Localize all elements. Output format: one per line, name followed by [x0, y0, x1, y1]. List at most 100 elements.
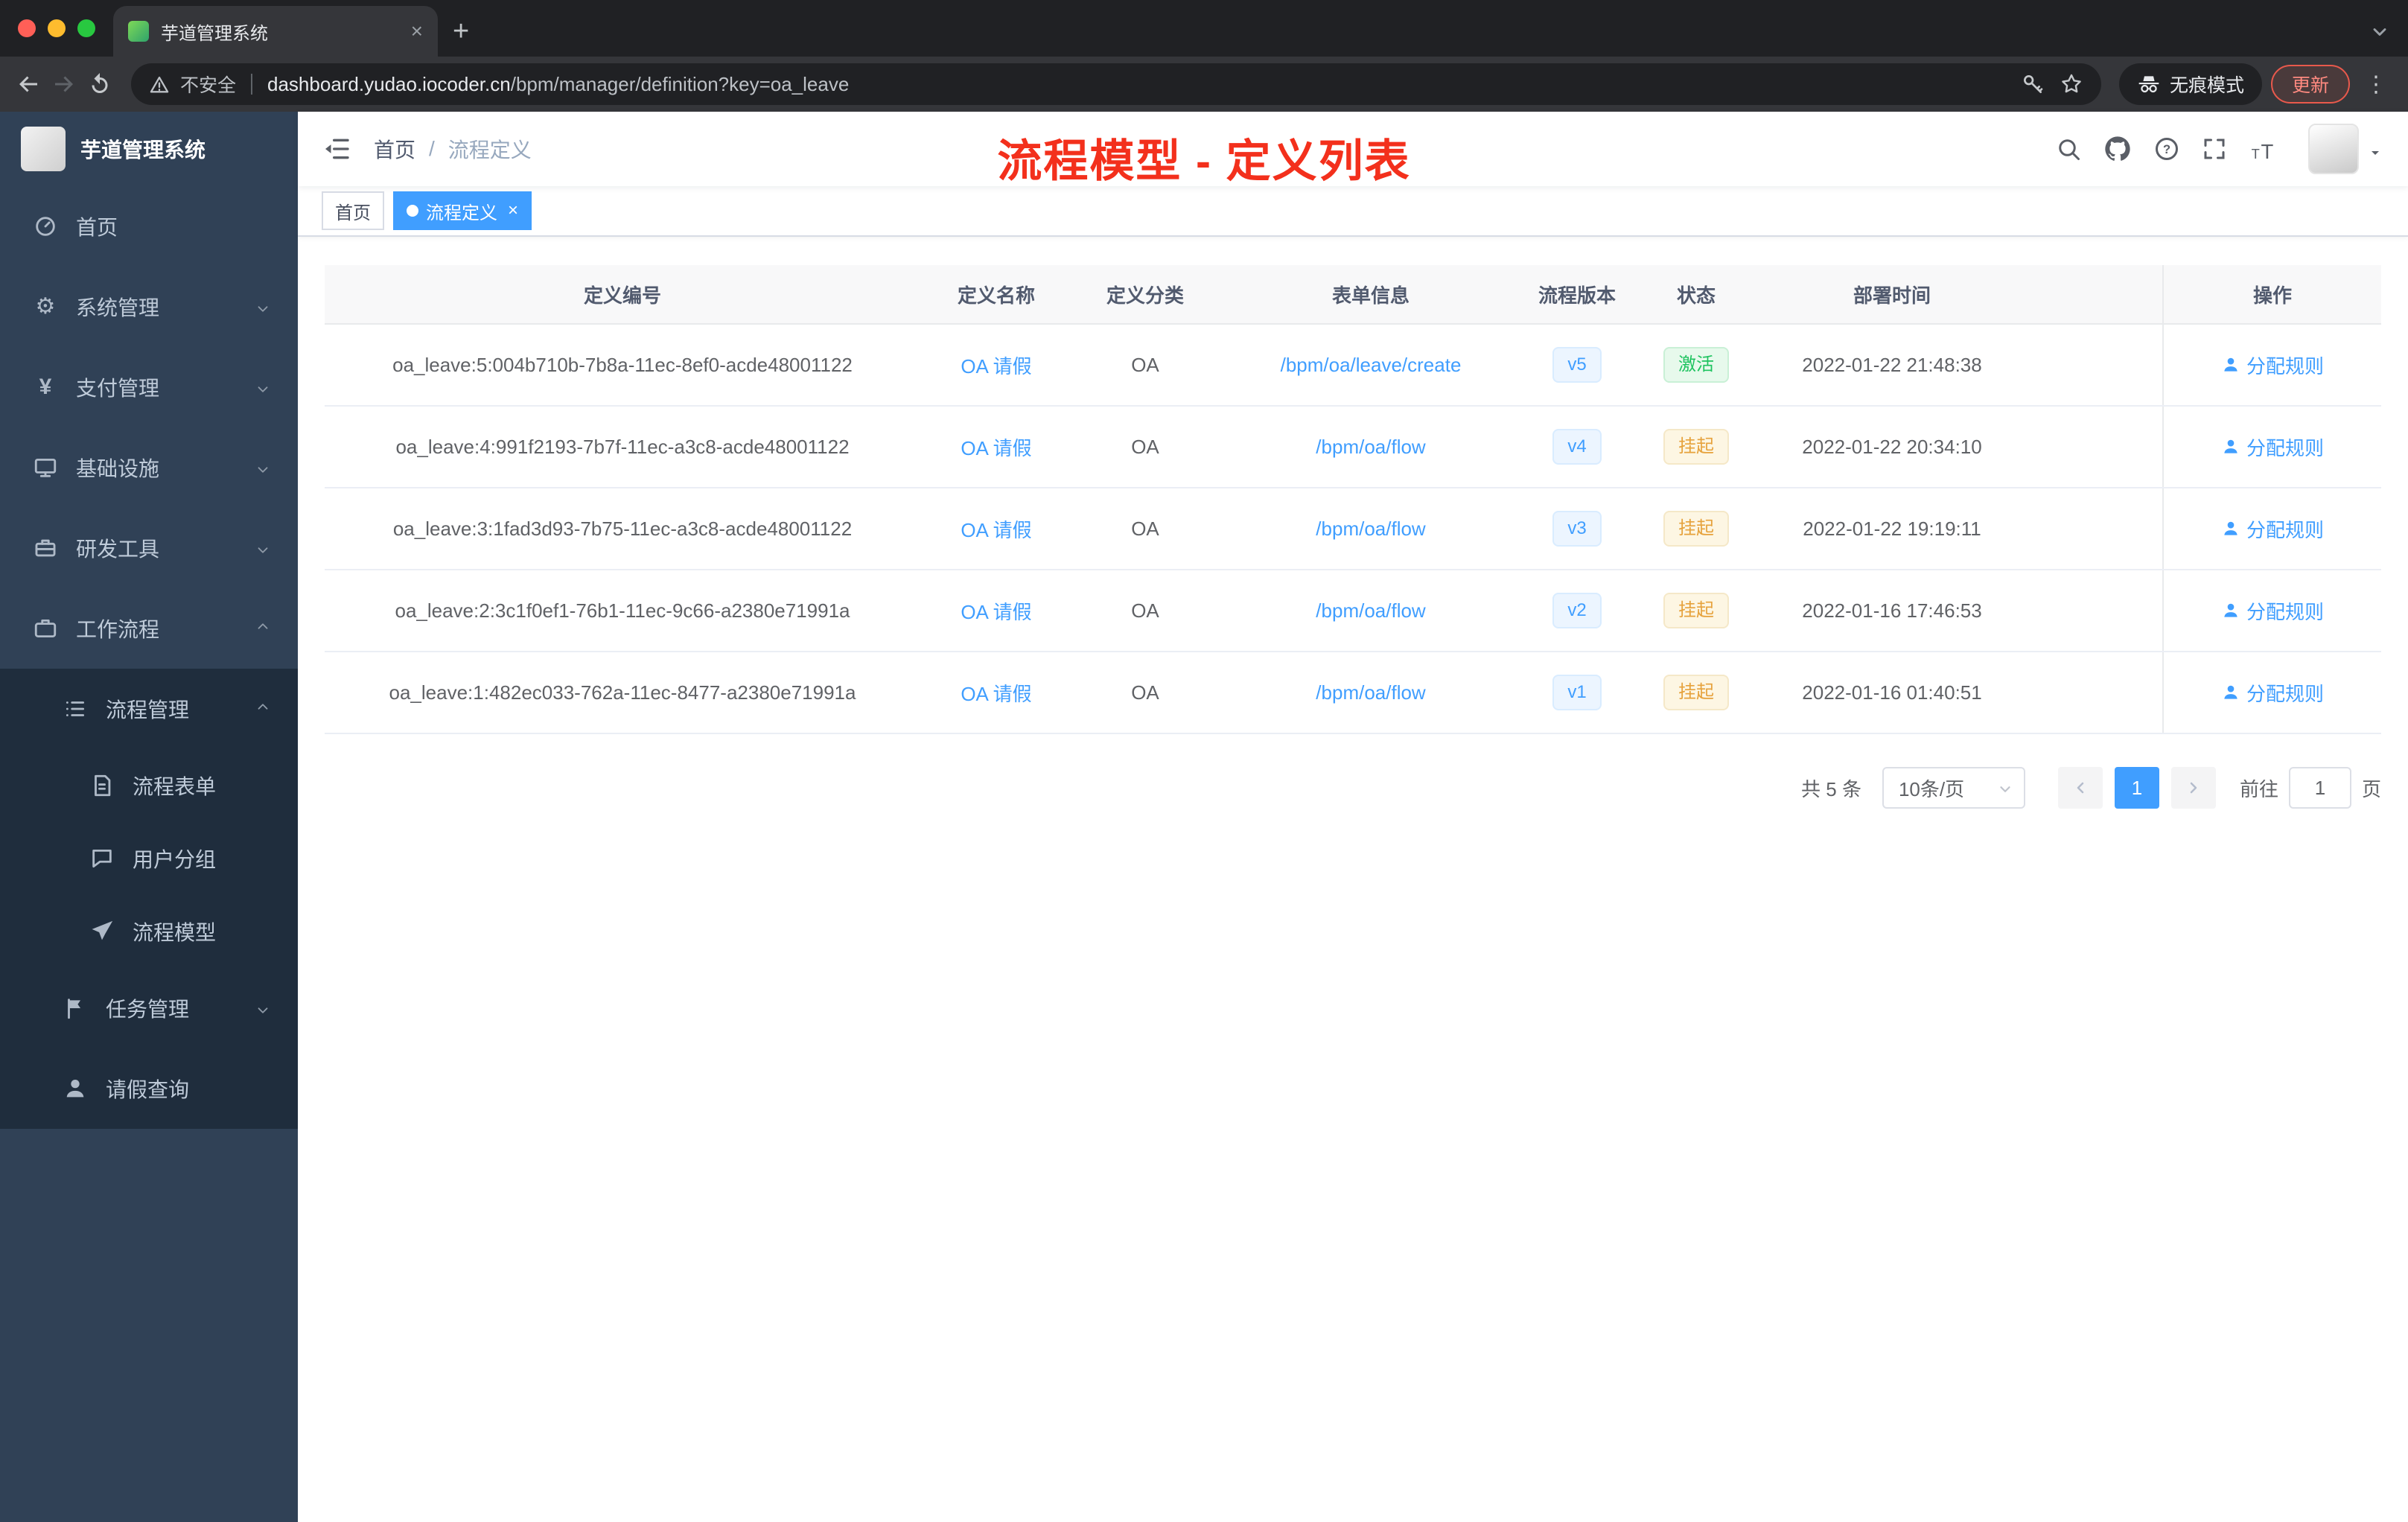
browser-tab[interactable]: 芋道管理系统 ×: [113, 6, 438, 57]
avatar[interactable]: [2308, 124, 2359, 174]
column-header: 部署时间: [1853, 284, 1931, 307]
tag-home[interactable]: 首页: [322, 191, 384, 230]
form-info-link[interactable]: /bpm/oa/flow: [1316, 436, 1425, 459]
sidebar-item-process-management[interactable]: 流程管理: [0, 669, 298, 749]
sidebar-item-label: 首页: [76, 216, 118, 239]
definition-category: OA: [1131, 681, 1159, 704]
prev-page-button[interactable]: [2057, 767, 2103, 809]
assign-rule-link[interactable]: 分配规则: [2221, 515, 2324, 543]
sidebar-item-infrastructure[interactable]: 基础设施: [0, 427, 298, 508]
definition-name-link[interactable]: OA 请假: [961, 679, 1031, 707]
table-body: oa_leave:5:004b710b-7b8a-11ec-8ef0-acde4…: [325, 325, 2381, 734]
status-badge: 挂起: [1663, 592, 1729, 629]
deploy-time: 2022-01-22 20:34:10: [1802, 435, 1982, 458]
definition-id: oa_leave:3:1fad3d93-7b75-11ec-a3c8-acde4…: [392, 517, 853, 540]
assign-rule-link[interactable]: 分配规则: [2221, 351, 2324, 379]
version-badge: v1: [1552, 674, 1602, 711]
reload-button[interactable]: [86, 71, 113, 98]
tag-process-definition[interactable]: 流程定义 ×: [393, 191, 532, 230]
help-icon[interactable]: ?: [2153, 136, 2180, 162]
sidebar-item-payment-management[interactable]: ¥ 支付管理: [0, 347, 298, 427]
definition-name-link[interactable]: OA 请假: [961, 515, 1031, 543]
sidebar-fold-icon[interactable]: [322, 134, 351, 164]
total-count: 共 5 条: [1801, 777, 1861, 800]
new-tab-button[interactable]: +: [453, 16, 469, 48]
forward-button[interactable]: [51, 71, 77, 98]
browser-tabstrip: 芋道管理系统 × +: [0, 0, 2408, 57]
tab-close-icon[interactable]: ×: [411, 19, 423, 43]
person-icon: [2221, 437, 2240, 456]
definition-name-link[interactable]: OA 请假: [961, 597, 1031, 625]
assign-rule-link[interactable]: 分配规则: [2221, 597, 2324, 625]
user-menu[interactable]: [2308, 124, 2384, 174]
chevron-down-icon: [255, 379, 271, 395]
tag-close-icon[interactable]: ×: [508, 202, 518, 220]
not-secure-warning-icon: [149, 74, 170, 95]
definition-category: OA: [1131, 353, 1159, 376]
maximize-window-button[interactable]: [77, 19, 95, 37]
status-badge: 挂起: [1663, 674, 1729, 711]
form-info-link[interactable]: /bpm/oa/flow: [1316, 518, 1425, 541]
sidebar-item-label: 研发工具: [76, 538, 160, 561]
sidebar-item-home[interactable]: 首页: [0, 186, 298, 267]
sidebar-item-label: 系统管理: [76, 296, 160, 319]
tab-title: 芋道管理系统: [161, 23, 268, 44]
form-info-link[interactable]: /bpm/oa/flow: [1316, 599, 1425, 623]
bookmark-star-icon[interactable]: [2060, 72, 2083, 96]
tab-favicon: [128, 21, 149, 42]
back-button[interactable]: [15, 71, 42, 98]
next-page-button[interactable]: [2170, 767, 2216, 809]
url-text: dashboard.yudao.iocoder.cn/bpm/manager/d…: [267, 72, 850, 95]
table-row: oa_leave:1:482ec033-762a-11ec-8477-a2380…: [325, 652, 2381, 734]
sidebar-item-process-form[interactable]: 流程表单: [0, 749, 298, 822]
browser-window: 芋道管理系统 × + 不安全 dashboard.yudao.iocoder.c…: [0, 0, 2408, 1522]
toolbox-icon: [33, 535, 58, 561]
sidebar-item-label: 请假查询: [106, 1078, 190, 1101]
deploy-time: 2022-01-16 01:40:51: [1802, 681, 1982, 704]
github-icon[interactable]: [2103, 134, 2133, 164]
column-header: 定义名称: [957, 284, 1035, 307]
url-bar[interactable]: 不安全 dashboard.yudao.iocoder.cn/bpm/manag…: [131, 63, 2101, 105]
close-window-button[interactable]: [18, 19, 36, 37]
tab-search-chevron-icon[interactable]: [2369, 21, 2390, 42]
browser-menu-kebab-icon[interactable]: ⋮: [2359, 71, 2393, 98]
version-badge: v2: [1552, 592, 1602, 629]
form-info-link[interactable]: /bpm/oa/flow: [1316, 681, 1425, 704]
fullscreen-icon[interactable]: [2201, 136, 2228, 162]
definition-category: OA: [1131, 599, 1159, 622]
update-button[interactable]: 更新: [2270, 65, 2350, 104]
sidebar-item-dev-tools[interactable]: 研发工具: [0, 508, 298, 588]
page-content: 定义编号 定义名称 定义分类 表单信息 流程版本 状态 部署时间 操作 oa_leave:5:…: [298, 237, 2408, 1522]
sidebar-item-label: 流程表单: [133, 775, 217, 798]
goto-page-input[interactable]: [2288, 767, 2351, 809]
form-info-link[interactable]: /bpm/oa/leave/create: [1281, 354, 1462, 377]
deploy-time: 2022-01-16 17:46:53: [1802, 599, 1982, 622]
definition-id: oa_leave:1:482ec033-762a-11ec-8477-a2380…: [389, 681, 856, 704]
sidebar-item-task-management[interactable]: 任务管理: [0, 968, 298, 1048]
sidebar-item-process-model[interactable]: 流程模型: [0, 895, 298, 968]
assign-rule-link[interactable]: 分配规则: [2221, 679, 2324, 707]
assign-rule-link[interactable]: 分配规则: [2221, 433, 2324, 461]
app-frame: 芋道管理系统 首页 ⚙ 系统管理 ¥ 支付管理 基础设施研发工具工作流程 流程管理流程表单用…: [0, 112, 2408, 1522]
breadcrumb-home[interactable]: 首页: [374, 134, 415, 164]
font-size-icon[interactable]: TT: [2249, 136, 2281, 163]
app-title: 芋道管理系统: [80, 138, 206, 162]
workflow-submenu: 流程管理流程表单用户分组 流程模型 任务管理请假查询: [0, 669, 298, 1129]
page-number-button[interactable]: 1: [2114, 767, 2159, 809]
chevron-down-icon: [255, 459, 271, 476]
page-size-select[interactable]: 10条/页: [1882, 767, 2025, 809]
definition-name-link[interactable]: OA 请假: [961, 433, 1031, 461]
sidebar-item-leave-query[interactable]: 请假查询: [0, 1048, 298, 1129]
person-icon: [2221, 683, 2240, 702]
column-header: 操作: [2162, 265, 2381, 323]
definition-name-link[interactable]: OA 请假: [961, 351, 1031, 379]
sidebar-item-system-management[interactable]: ⚙ 系统管理: [0, 267, 298, 347]
password-key-icon[interactable]: [2021, 72, 2045, 96]
incognito-badge: 无痕模式: [2118, 63, 2262, 105]
sidebar-item-user-group[interactable]: 用户分组: [0, 822, 298, 895]
sidebar-item-workflow[interactable]: 工作流程: [0, 588, 298, 669]
search-icon[interactable]: [2055, 136, 2082, 162]
incognito-icon: [2137, 72, 2161, 96]
minimize-window-button[interactable]: [48, 19, 66, 37]
person-icon: [2221, 601, 2240, 620]
